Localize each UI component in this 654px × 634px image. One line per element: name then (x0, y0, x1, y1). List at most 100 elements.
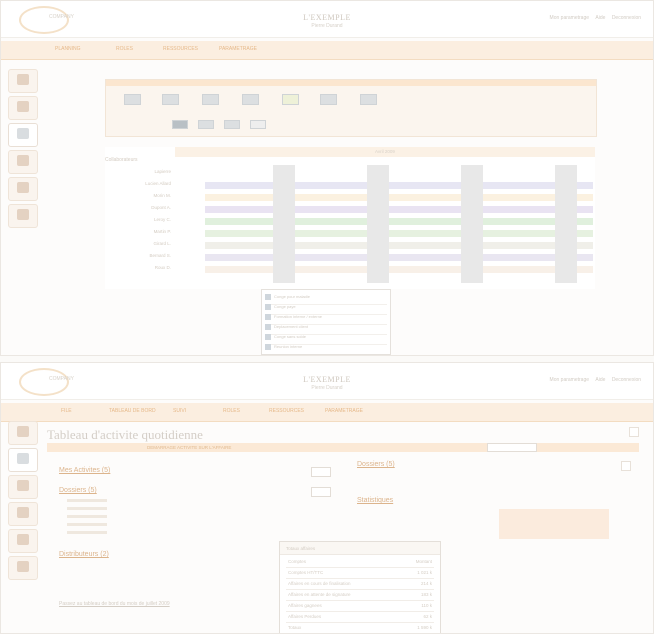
sidebar-item-notes[interactable] (8, 177, 38, 201)
file-row-line (67, 499, 107, 502)
grid-row-stripe[interactable] (205, 206, 593, 213)
grid-row-stripe[interactable] (205, 254, 593, 261)
collapse-icon[interactable] (621, 461, 631, 471)
grid-row-label[interactable]: Dupont A. (105, 205, 171, 214)
grid-row-stripe[interactable] (205, 230, 593, 237)
home-icon (17, 74, 29, 85)
close-icon[interactable] (629, 427, 639, 437)
view-button-4[interactable] (250, 120, 266, 129)
grid-row-label[interactable]: Roux D. (105, 265, 171, 274)
settings-link[interactable]: Mon parametrage (550, 15, 589, 21)
filter-banner: DEMARRAGE ACTIVITE SUR L'AFFAIRE (47, 443, 639, 452)
sidebar-item-notes[interactable] (8, 529, 38, 553)
totals-row-value: 110 k (421, 603, 432, 608)
grid-row-stripe[interactable] (205, 266, 593, 273)
activities-select[interactable] (311, 467, 331, 477)
briefcase-icon (17, 507, 29, 518)
grid-row-label[interactable]: Girard L. (105, 241, 171, 250)
sidebar-item-buildings[interactable] (8, 556, 38, 580)
section-files[interactable]: Dossiers (5) (59, 487, 97, 494)
section-right-files[interactable]: Dossiers (5) (357, 461, 395, 468)
sidebar-item-home[interactable] (8, 69, 38, 93)
grid-row-stripe[interactable] (205, 182, 593, 189)
file-row-line (67, 515, 107, 518)
tab-resources[interactable]: RESSOURCES (163, 46, 198, 52)
legend-item[interactable]: Reunion interne (265, 344, 387, 354)
sidebar-item-home[interactable] (8, 421, 38, 445)
grid-row-label[interactable]: Bernard S. (105, 253, 171, 262)
sidebar-item-planning[interactable] (8, 475, 38, 499)
grid-row-label[interactable]: Morin M. (105, 193, 171, 202)
logout-link[interactable]: Deconnexion (612, 377, 641, 383)
page-title: Tableau d'activite quotidienne (47, 427, 203, 442)
logout-link[interactable]: Deconnexion (612, 15, 641, 21)
totals-popup: Totaux affaires Comptes Montant Comptes HT… (279, 541, 441, 633)
filter-button-5[interactable] (282, 94, 299, 105)
file-row-line (67, 507, 107, 510)
grid-row-stripe[interactable] (205, 194, 593, 201)
sidebar-item-planning[interactable] (8, 123, 38, 147)
tab-resources[interactable]: RESSOURCES (269, 408, 304, 414)
activity-icon (265, 334, 271, 340)
user-name: Pierre Durand (311, 385, 343, 391)
totals-row-value: 1 021 k (417, 570, 432, 575)
sidebar-item-stats[interactable] (8, 448, 38, 472)
building-icon (17, 561, 29, 572)
weekend-column (461, 165, 483, 283)
grid-row-label[interactable]: Lapierre (105, 169, 171, 178)
chart-icon (17, 101, 29, 112)
grid-row-stripe[interactable] (205, 218, 593, 225)
filter-button-6[interactable] (320, 94, 337, 105)
section-statistics[interactable]: Statistiques (357, 497, 393, 504)
sidebar-item-documents[interactable] (8, 150, 38, 174)
files-select[interactable] (311, 487, 331, 497)
filter-button-7[interactable] (360, 94, 377, 105)
settings-link[interactable]: Mon parametrage (550, 377, 589, 383)
grid-row-stripe[interactable] (205, 170, 593, 177)
view-button-1[interactable] (172, 120, 188, 129)
banner-select[interactable] (487, 443, 537, 452)
dashboard-month-link[interactable]: Passez au tableau de bord du mois de jui… (59, 601, 170, 607)
pencil-icon (17, 182, 29, 193)
grid-row-label[interactable]: Lucien Allard (105, 181, 171, 190)
sidebar-item-stats[interactable] (8, 96, 38, 120)
totals-row-label: Comptes HT/TTC (288, 570, 324, 575)
header-bar: COMPANY L'EXEMPLE Pierre Durand Mon para… (1, 363, 653, 400)
filter-button-4[interactable] (242, 94, 259, 105)
tab-roles[interactable]: ROLES (116, 46, 133, 52)
weekend-column (273, 165, 295, 283)
view-button-3[interactable] (224, 120, 240, 129)
section-activities[interactable]: Mes Activites (5) (59, 467, 110, 474)
activity-icon (265, 314, 271, 320)
tab-roles[interactable]: ROLES (223, 408, 240, 414)
grid-row-stripe[interactable] (205, 242, 593, 249)
tab-planning[interactable]: PLANNING (55, 46, 81, 52)
main-tabs: PLANNING ROLES RESSOURCES PARAMETRAGE (1, 41, 653, 60)
totals-row-label: Affaires en attente de signature (288, 592, 351, 597)
grid-left-header: Collaborateurs (105, 157, 138, 163)
tab-follow-up[interactable]: SUIVI (173, 408, 186, 414)
tab-dashboard[interactable]: TABLEAU DE BORD (109, 408, 156, 414)
planning-grid: Avril 2009 Collaborateurs Lapierre Lucien… (105, 147, 595, 289)
grid-row-label[interactable]: Martin P. (105, 229, 171, 238)
header-bar: COMPANY L'EXEMPLE Pierre Durand Mon para… (1, 1, 653, 38)
grid-row-label[interactable]: Leroy C. (105, 217, 171, 226)
tab-settings[interactable]: PARAMETRAGE (325, 408, 363, 414)
calendar-icon (17, 480, 29, 491)
totals-row-label: Affaires en cours de finalisation (288, 581, 351, 586)
section-distributors[interactable]: Distributeurs (2) (59, 551, 109, 558)
sidebar-item-buildings[interactable] (8, 204, 38, 228)
tab-file[interactable]: FILE (61, 408, 72, 414)
tab-settings[interactable]: PARAMETRAGE (219, 46, 257, 52)
filter-button-1[interactable] (124, 94, 141, 105)
dashboard-screenshot: COMPANY L'EXEMPLE Pierre Durand Mon para… (0, 362, 654, 634)
sidebar-item-documents[interactable] (8, 502, 38, 526)
help-link[interactable]: Aide (595, 377, 605, 383)
filter-button-3[interactable] (202, 94, 219, 105)
help-link[interactable]: Aide (595, 15, 605, 21)
view-button-2[interactable] (198, 120, 214, 129)
filter-button-2[interactable] (162, 94, 179, 105)
calendar-icon (17, 128, 29, 139)
totals-row-label: Affaires Perdues (288, 614, 322, 619)
pencil-icon (17, 534, 29, 545)
